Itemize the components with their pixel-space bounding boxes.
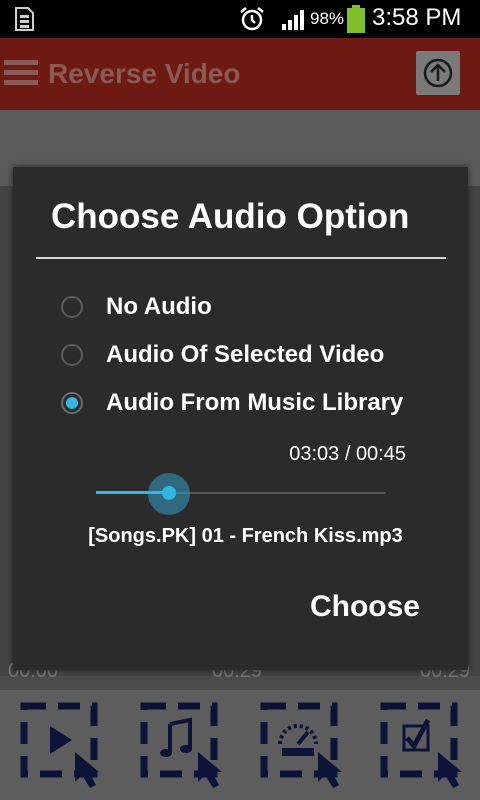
sd-card-icon (12, 6, 36, 32)
signal-icon (280, 8, 306, 35)
upload-button[interactable] (416, 51, 460, 95)
option-label: No Audio (106, 293, 212, 320)
play-video-icon (20, 702, 99, 788)
speedometer-icon (260, 702, 342, 788)
app-title: Reverse Video (48, 58, 241, 89)
alarm-icon (238, 6, 266, 37)
choose-button[interactable]: Choose (310, 590, 420, 624)
checkbox-icon (380, 702, 462, 788)
finish-tool[interactable] (380, 702, 472, 790)
speed-tool[interactable] (260, 702, 352, 790)
dialog-divider (36, 257, 446, 259)
radio-button[interactable] (61, 344, 83, 366)
option-label: Audio From Music Library (106, 389, 404, 416)
audio-seekbar[interactable] (96, 473, 386, 515)
music-tool[interactable] (140, 702, 232, 790)
option-music-library[interactable]: Audio From Music Library (61, 385, 451, 425)
seekbar-thumb[interactable] (162, 486, 176, 500)
selected-file-name: [Songs.PK] 01 - French Kiss.mp3 (88, 525, 403, 547)
time-readout: 03:03 / 00:45 (289, 443, 406, 465)
option-selected-video-audio[interactable]: Audio Of Selected Video (61, 337, 451, 377)
app-bar: Reverse Video (0, 38, 480, 110)
audio-option-dialog: Choose Audio Option No Audio Audio Of Se… (13, 167, 468, 670)
dialog-title: Choose Audio Option (51, 197, 410, 236)
menu-icon[interactable] (4, 58, 38, 93)
radio-button-selected[interactable] (61, 392, 83, 414)
option-label: Audio Of Selected Video (106, 341, 385, 368)
play-video-tool[interactable] (20, 702, 112, 790)
option-no-audio[interactable]: No Audio (61, 289, 451, 329)
upload-icon (423, 58, 453, 88)
status-bar: 98% 3:58 PM (0, 0, 480, 38)
battery-icon (346, 5, 366, 38)
status-time: 3:58 PM (372, 4, 462, 31)
bottom-toolbar (0, 690, 480, 800)
music-note-icon (140, 702, 222, 788)
radio-button[interactable] (61, 296, 83, 318)
battery-percent: 98% (310, 9, 345, 28)
